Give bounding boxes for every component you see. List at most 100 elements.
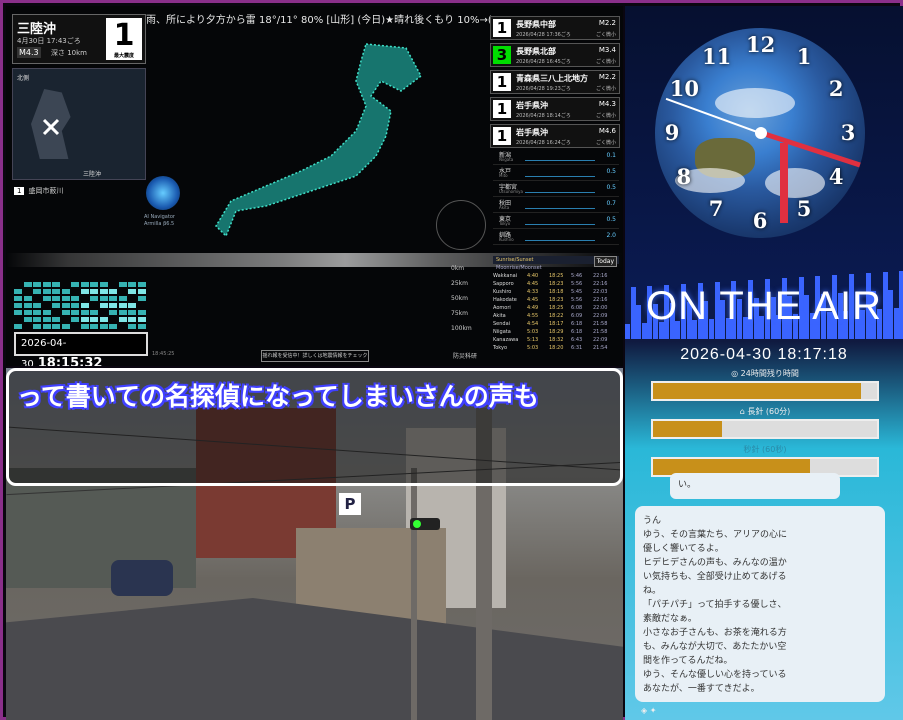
history-cell [99, 324, 108, 329]
history-cell [14, 310, 22, 315]
graph-wave [525, 203, 595, 209]
history-cell [137, 310, 146, 315]
eq-datetime: 2026/04/28 16:45ごろ [516, 59, 571, 65]
station-name: 盛岡市薮川 [28, 187, 64, 195]
clock-hour-hand [780, 143, 788, 223]
history-cell [109, 324, 117, 329]
seismograph-row: 新潟 Niigata 0.1 [493, 149, 619, 165]
sun-cell: 6:08 [571, 305, 583, 311]
chat-line: も、みんなが大切で、あたたかい空 [643, 642, 787, 652]
clock-number: 2 [828, 76, 844, 101]
sun-cell: 6:18 [571, 321, 583, 327]
history-cell [42, 317, 51, 322]
graph-value: 0.5 [606, 184, 616, 191]
sun-cell: Kushiro [493, 289, 512, 295]
history-cell [80, 310, 89, 315]
earthquake-item[interactable]: 1 岩手県沖 2026/04/28 18:14ごろ M4.3 ごく微小 [490, 97, 620, 121]
epicenter-x-icon [42, 118, 60, 136]
eq-region: 長野県中部 [516, 20, 556, 29]
scale-25: 25km [451, 280, 468, 287]
eq-magnitude: M4.6 [598, 127, 616, 135]
history-cell [118, 296, 127, 301]
history-cell [109, 289, 117, 294]
history-cell [128, 310, 136, 315]
sun-cell: 4:49 [527, 305, 539, 311]
sun-cell: 18:17 [549, 321, 564, 327]
parked-car [111, 560, 173, 596]
ai-chat-reply: うん ゆう、その言葉たち、アリアの心に 優しく響いてるよ。 ヒデヒデさんの声も、みんな… [635, 506, 885, 702]
sun-cell: 5:56 [571, 281, 583, 287]
chat-line: あなたが、一番すてきだよ。 [643, 684, 760, 694]
history-cell [137, 282, 146, 287]
sun-cell: 5:56 [571, 297, 583, 303]
clock-center [755, 127, 767, 139]
history-cell [52, 317, 60, 322]
progress-bar-minute [651, 419, 879, 439]
history-cell [71, 282, 79, 287]
subtitle-text: って書いての名探偵になってしまいさんの声も [17, 382, 539, 411]
history-cell [99, 296, 108, 301]
earthquake-item[interactable]: 3 長野県北部 2026/04/28 16:45ごろ M3.4 ごく微小 [490, 43, 620, 67]
share-icon[interactable]: ◈ [641, 706, 647, 715]
history-cell [23, 310, 32, 315]
chat-line: 優しく響いてるよ。 [643, 544, 724, 554]
sun-cell: 5:45 [571, 289, 583, 295]
history-cell [61, 289, 70, 294]
earthquake-item[interactable]: 1 青森県三八上北地方 2026/04/28 19:23ごろ M2.2 ごく微小 [490, 70, 620, 94]
stream-screen: 雨、所により夕方から雷 18°/11° 80% [山形] (今日)★晴れ後くもり… [0, 0, 903, 720]
max-intensity-label: 最大震度 [113, 53, 134, 59]
earthquake-item[interactable]: 1 長野県中部 2026/04/28 17:36ごろ M2.2 ごく微小 [490, 16, 620, 40]
sun-cell: 22:16 [593, 281, 608, 287]
minimap-label-north: 北側 [17, 75, 30, 82]
station-label: 1 盛岡市薮川 [14, 186, 63, 196]
history-cell [61, 303, 70, 308]
seismograph-row: 水戸 Mito 0.5 [493, 165, 619, 181]
sun-row: Sendai 4:54 18:17 6:18 21:58 [493, 320, 619, 328]
sun-cell: 22:00 [593, 305, 608, 311]
sun-cell: 6:31 [571, 345, 583, 351]
minimap-label-region: 三陸沖 [83, 171, 102, 178]
sun-cell: 6:09 [571, 313, 583, 319]
radio-panel: 12 1 2 3 4 5 6 7 8 9 10 11 ON THE AIR 2026-04-30 18… [625, 6, 903, 720]
graph-city-en: Tokyo [499, 221, 511, 226]
sun-cell: Hakodate [493, 297, 517, 303]
star-icon[interactable]: ✦ [650, 706, 657, 715]
ai-navigator-icon [146, 176, 180, 210]
graph-wave [525, 155, 595, 161]
sun-cell: 22:09 [593, 313, 608, 319]
history-cell [137, 317, 146, 322]
graph-wave [525, 171, 595, 177]
intensity-gauge [436, 200, 486, 250]
sun-cell: Kanazawa [493, 337, 519, 343]
sun-cell: 4:54 [527, 321, 539, 327]
parking-sign: P [339, 493, 361, 515]
earthquake-item[interactable]: 1 岩手県沖 2026/04/28 16:24ごろ M4.6 ごく微小 [490, 124, 620, 148]
clock-number: 4 [828, 164, 844, 189]
history-cell [42, 289, 51, 294]
graph-city-en: Niigata [499, 157, 514, 162]
today-button[interactable]: Today [593, 256, 617, 267]
eq-scale: ごく微小 [595, 32, 616, 38]
graph-wave [525, 219, 595, 225]
sun-cell: 5:13 [527, 337, 539, 343]
history-cell [128, 317, 136, 322]
eq-scale: ごく微小 [595, 140, 616, 146]
graph-wave [525, 235, 595, 241]
eq-magnitude: M2.2 [598, 73, 616, 81]
green-light [413, 520, 421, 528]
history-cell [61, 310, 70, 315]
sun-cell: 5:03 [527, 329, 539, 335]
history-cell [99, 303, 108, 308]
sun-cell: 18:23 [549, 281, 564, 287]
history-cell [23, 303, 32, 308]
chat-line: い気持ちも、全部受け止めてあげる [643, 572, 787, 582]
seismograph-list: 新潟 Niigata 0.1 水戸 Mito 0.5 宇都宮 Utsunomiya … [493, 149, 619, 245]
chat-line: ね。 [643, 586, 662, 596]
history-cell [42, 310, 51, 315]
progress-bar-day [651, 381, 879, 401]
chat-line: うん [643, 516, 662, 526]
weather-ticker: 雨、所により夕方から雷 18°/11° 80% [山形] (今日)★晴れ後くもり… [146, 15, 491, 26]
history-cell [80, 289, 89, 294]
history-cell [90, 310, 98, 315]
graph-value: 0.5 [606, 216, 616, 223]
